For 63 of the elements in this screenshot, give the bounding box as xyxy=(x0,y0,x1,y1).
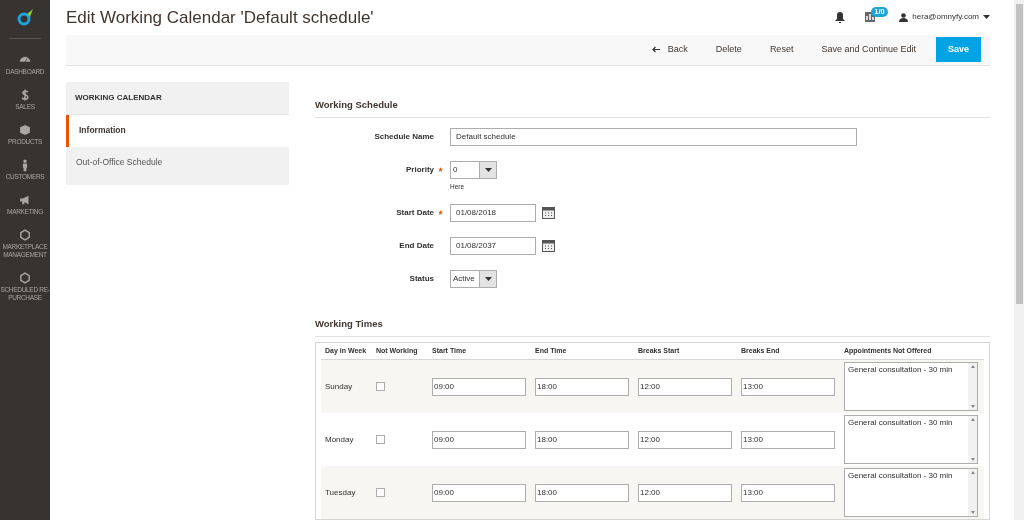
time-field[interactable]: 13:00 xyxy=(741,377,835,396)
calendar-icon[interactable] xyxy=(542,239,555,253)
time-field[interactable]: 09:00 xyxy=(432,377,526,396)
caret-icon xyxy=(484,167,492,172)
person-icon xyxy=(899,12,909,22)
action-button[interactable]: Reset xyxy=(757,37,806,63)
action-button[interactable]: Save and Continue Edit xyxy=(809,37,928,63)
time-field[interactable]: 13:00 xyxy=(741,483,835,502)
field-label: Schedule Name xyxy=(374,130,434,143)
user-menu[interactable]: hera@omnyfy.com xyxy=(899,11,990,24)
field-label: Priority xyxy=(406,163,434,176)
action-button[interactable]: Delete xyxy=(703,37,754,63)
scroll-up-icon[interactable] xyxy=(970,418,975,421)
back-button[interactable]: Back xyxy=(639,37,700,63)
page-scrollbar[interactable] xyxy=(1014,0,1024,520)
date-field[interactable]: 01/08/2018 xyxy=(450,203,536,222)
logo-icon[interactable] xyxy=(16,8,34,26)
appointments-list[interactable]: General consultation - 30 min xyxy=(844,468,978,517)
page-title: Edit Working Calendar 'Default schedule' xyxy=(66,6,374,29)
box-icon xyxy=(18,123,32,137)
day-cell-text: Tuesday xyxy=(324,486,357,499)
hexagon-icon xyxy=(18,271,32,285)
not-working-checkbox[interactable] xyxy=(376,435,385,444)
time-field[interactable]: 18:00 xyxy=(535,377,629,396)
arrow-left-icon xyxy=(651,46,660,54)
scroll-up-icon[interactable] xyxy=(970,365,975,368)
appointments-list[interactable]: General consultation - 30 min xyxy=(844,415,978,464)
panel-tab[interactable]: Information xyxy=(66,114,289,147)
panel-title: WORKING CALENDAR xyxy=(66,81,289,115)
megaphone-icon xyxy=(18,193,32,207)
select-field[interactable]: 0 xyxy=(450,160,497,179)
bell-icon[interactable] xyxy=(835,11,846,23)
time-field[interactable]: 09:00 xyxy=(432,483,526,502)
day-cell-text: Sunday xyxy=(324,380,354,393)
time-field[interactable]: 12:00 xyxy=(638,377,732,396)
field-label: Status xyxy=(409,272,434,285)
time-field[interactable]: 13:00 xyxy=(741,430,835,449)
section-title: Working Schedule xyxy=(315,97,990,118)
section-title: Working Times xyxy=(315,316,990,337)
time-field[interactable]: 12:00 xyxy=(638,430,732,449)
day-cell-text: Monday xyxy=(324,433,355,446)
scroll-down-icon[interactable] xyxy=(970,511,975,514)
time-field[interactable]: 18:00 xyxy=(535,483,629,502)
scroll-down-icon[interactable] xyxy=(970,458,975,461)
time-field[interactable]: 18:00 xyxy=(535,430,629,449)
chart-icon[interactable] xyxy=(865,12,876,23)
caret-icon xyxy=(983,15,990,20)
text-field[interactable]: Default schedule xyxy=(450,127,857,146)
not-working-checkbox[interactable] xyxy=(376,382,385,391)
time-field[interactable]: 09:00 xyxy=(432,430,526,449)
calendar-icon[interactable] xyxy=(542,206,555,220)
caret-icon xyxy=(484,276,492,281)
scroll-up-icon[interactable] xyxy=(970,471,975,474)
hexagon-icon xyxy=(18,228,32,242)
field-label: End Date xyxy=(399,239,434,252)
time-field[interactable]: 12:00 xyxy=(638,483,732,502)
scroll-down-icon[interactable] xyxy=(970,405,975,408)
not-working-checkbox[interactable] xyxy=(376,488,385,497)
field-label: Start Date xyxy=(396,206,434,219)
appointments-list[interactable]: General consultation - 30 min xyxy=(844,362,978,411)
select-field[interactable]: Active xyxy=(450,269,497,288)
date-field[interactable]: 01/08/2037 xyxy=(450,236,536,255)
panel-tab[interactable]: Out-of-Office Schedule xyxy=(66,146,289,179)
